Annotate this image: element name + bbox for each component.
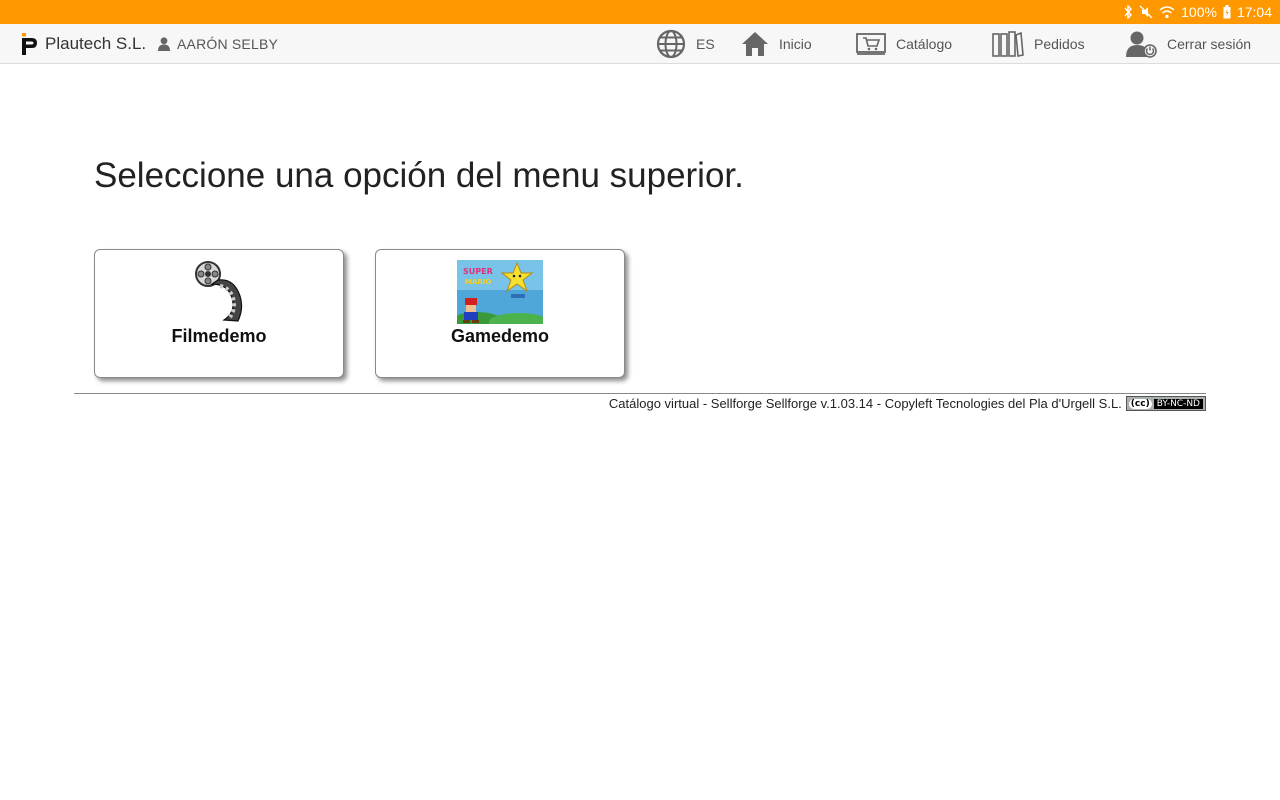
language-label: ES xyxy=(696,36,715,52)
nav-orders[interactable]: Pedidos xyxy=(992,24,1085,64)
status-icons: 100% 17:04 xyxy=(1123,0,1272,24)
logout-label: Cerrar sesión xyxy=(1167,36,1252,52)
mute-icon xyxy=(1139,5,1153,19)
orders-binders-icon xyxy=(992,31,1024,57)
battery-percent: 100% xyxy=(1181,4,1217,20)
cc-license-terms: BY-NC-ND xyxy=(1153,398,1203,409)
card-label: Gamedemo xyxy=(450,326,550,346)
user-name: AARÓN SELBY xyxy=(177,36,279,52)
user-icon xyxy=(158,37,170,51)
nav-catalog-label: Catálogo xyxy=(896,36,953,52)
brand-name: Plautech S.L. xyxy=(45,34,147,53)
catalog-card-gamedemo[interactable]: SUPER MARIO Gamedemo xyxy=(375,249,625,378)
brand-logo-icon xyxy=(22,33,37,55)
page-title: Seleccione una opción del menu superior. xyxy=(94,156,744,195)
globe-icon xyxy=(656,29,686,59)
home-icon xyxy=(742,32,768,56)
top-navbar: Plautech S.L. AARÓN SELBY ES Inicio Catá… xyxy=(0,24,1280,64)
footer-divider xyxy=(74,393,1206,394)
svg-text:MARIO: MARIO xyxy=(465,278,491,286)
catalog-cart-icon xyxy=(856,33,886,55)
nav-home-label: Inicio xyxy=(779,36,812,52)
footer: Catálogo virtual - Sellforge Sellforge v… xyxy=(609,396,1206,411)
cc-license-badge[interactable]: (cc) BY-NC-ND xyxy=(1125,396,1206,411)
card-label: Filmedemo xyxy=(171,326,267,346)
battery-icon xyxy=(1223,5,1231,19)
svg-text:SUPER: SUPER xyxy=(463,267,493,276)
bluetooth-icon xyxy=(1124,5,1133,19)
wifi-icon xyxy=(1159,6,1175,19)
footer-text: Catálogo virtual - Sellforge Sellforge v… xyxy=(608,396,1122,411)
nav-home[interactable]: Inicio xyxy=(741,24,812,64)
game-thumbnail: SUPER MARIO xyxy=(457,260,543,324)
logout-button[interactable]: Cerrar sesión xyxy=(1125,24,1251,64)
film-reel-icon xyxy=(195,261,243,322)
clock: 17:04 xyxy=(1236,4,1272,20)
catalog-card-filmedemo[interactable]: Filmedemo xyxy=(94,249,344,378)
nav-catalog[interactable]: Catálogo xyxy=(856,24,952,64)
nav-orders-label: Pedidos xyxy=(1034,36,1085,52)
status-bar: 100% 17:04 xyxy=(0,0,1280,24)
brand[interactable]: Plautech S.L. xyxy=(20,24,146,64)
cc-icon: (cc) xyxy=(1128,398,1152,409)
user-info: AARÓN SELBY xyxy=(158,24,278,64)
user-power-icon xyxy=(1126,31,1157,58)
language-selector[interactable]: ES xyxy=(656,24,715,64)
